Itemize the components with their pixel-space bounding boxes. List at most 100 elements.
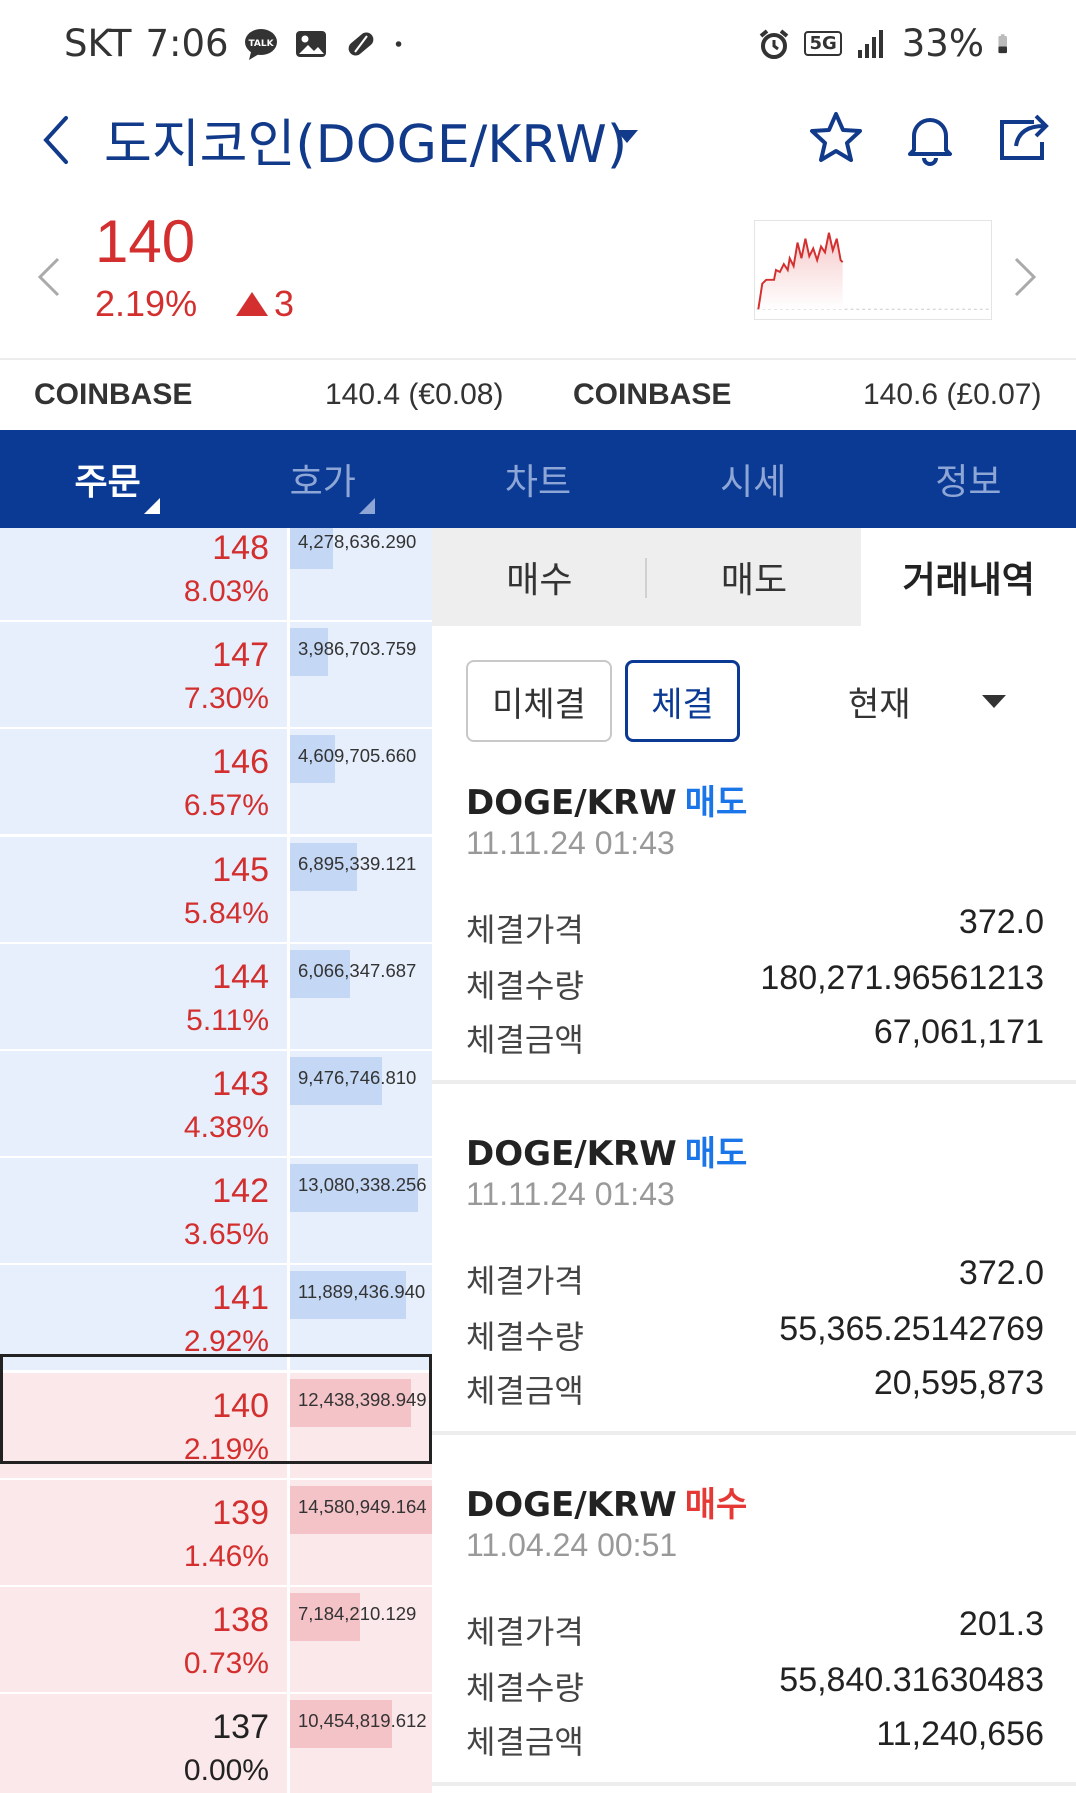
order-book-row[interactable]: 148 8.03% 4,278,636.290 [0,528,432,622]
tab-chart[interactable]: 차트 [430,430,645,528]
order-book-row[interactable]: 146 6.57% 4,609,705.660 [0,729,432,836]
period-select[interactable]: 현재 [786,660,1046,742]
sparkline-chart[interactable] [754,220,992,320]
star-icon[interactable] [806,108,866,168]
caret-down-icon [982,695,1006,708]
trade-field-value: 201.3 [958,1605,1044,1643]
tab-orderbook-label: 호가 [289,462,356,503]
order-book-price-cell[interactable]: 145 5.84% [0,836,287,942]
svg-text:TALK: TALK [248,39,274,49]
order-book-price-cell[interactable]: 142 3.65% [0,1158,287,1264]
tab-quotes[interactable]: 시세 [646,430,861,528]
order-book-volume: 12,438,398.949 [298,1388,427,1410]
order-book-row[interactable]: 143 4.38% 9,476,746.810 [0,1051,432,1158]
exchange-name-2: COINBASE [573,378,732,411]
divider [432,1782,1076,1786]
order-book-price: 147 [212,636,269,675]
subtab-buy[interactable]: 매수 [432,528,647,626]
order-book-volume: 10,454,819.612 [298,1710,427,1732]
order-book-volume: 9,476,746.810 [298,1067,417,1088]
divider [432,1431,1076,1435]
order-book-row[interactable]: 137 0.00% 10,454,819.612 [0,1694,432,1793]
trade-date: 11.04.24 00:51 [466,1527,678,1563]
tab-order[interactable]: 주문 [0,430,215,528]
back-arrow-icon[interactable] [36,110,76,170]
trade-field-label: 체결금액 [466,1723,584,1761]
trade-field-label: 체결수량 [466,967,584,1005]
order-book-volume: 13,080,338.256 [298,1174,427,1196]
subtab-sell[interactable]: 매도 [646,528,862,626]
trade-item[interactable]: DOGE/KRW 매도 11.11.24 01:43 체결가격 372.0 체결수량 55,… [432,1126,1076,1476]
chat-icon: TALK [244,28,277,60]
order-book-price-cell[interactable]: 148 8.03% [0,528,287,620]
trade-field-value: 55,840.31630483 [779,1661,1044,1699]
subtab-history[interactable]: 거래내역 [861,528,1076,626]
status-bar: SKT 7:06 TALK 5G 33% [0,0,1076,90]
order-book-volume: 4,278,636.290 [298,531,417,552]
trade-date: 11.11.24 01:43 [466,1176,675,1212]
subtab-history-label: 거래내역 [902,560,1035,601]
caret-down-icon[interactable] [616,130,638,143]
order-book-volume: 6,895,339.121 [298,852,417,874]
filled-button[interactable]: 체결 [625,660,740,742]
order-book-volume-cell: 7,184,210.129 [290,1587,432,1692]
order-book-rate: 3.65% [183,1218,269,1252]
order-book-price: 146 [212,743,269,782]
unfilled-button[interactable]: 미체결 [466,660,612,742]
tab-order-label: 주문 [74,462,141,503]
order-book-rate: 6.57% [183,789,269,823]
trade-field-label: 체결금액 [466,1021,584,1059]
order-book-rate: 4.38% [183,1111,269,1144]
order-book-row[interactable]: 141 2.92% 11,889,436.940 [0,1265,432,1372]
bell-icon[interactable] [900,108,960,168]
main-tabs: 주문 호가 차트 시세 정보 [0,430,1076,528]
order-book-price-cell[interactable]: 138 0.73% [0,1587,287,1692]
order-book-price-cell[interactable]: 141 2.92% [0,1265,287,1371]
order-book-volume-cell: 13,080,338.256 [290,1158,432,1264]
order-book-row[interactable]: 139 1.46% 14,580,949.164 [0,1479,432,1587]
order-book-price-cell[interactable]: 144 5.11% [0,943,287,1049]
order-book-price: 143 [212,1065,269,1103]
gallery-icon [295,30,326,57]
page-title[interactable]: 도지코인(DOGE/KRW) [104,102,627,177]
order-book-row[interactable]: 140 2.19% 12,438,398.949 [0,1372,432,1480]
order-book-price-cell[interactable]: 146 6.57% [0,729,287,835]
order-book-price-cell[interactable]: 139 1.46% [0,1479,287,1585]
order-book-price-cell[interactable]: 143 4.38% [0,1051,287,1156]
carrier-label: SKT [64,22,132,65]
pill-icon [348,32,373,55]
order-book-volume-cell: 9,476,746.810 [290,1051,432,1156]
order-book-row[interactable]: 145 5.84% 6,895,339.121 [0,836,432,944]
corner-mark-icon [144,498,160,514]
tab-info[interactable]: 정보 [861,430,1076,528]
tab-orderbook[interactable]: 호가 [215,430,430,528]
order-book-volume-cell: 6,066,347.687 [290,943,432,1049]
order-book-row[interactable]: 147 7.30% 3,986,703.759 [0,622,432,729]
trade-field-label: 체결금액 [466,1372,584,1410]
chevron-right-icon[interactable] [1012,255,1038,299]
order-book-row[interactable]: 144 5.11% 6,066,347.687 [0,943,432,1051]
chevron-left-icon[interactable] [36,255,62,299]
tab-quotes-label: 시세 [720,462,787,503]
tab-chart-label: 차트 [504,462,572,503]
trade-item[interactable]: DOGE/KRW 매도 11.11.24 01:43 체결가격 372.0 체결수량 180… [432,775,1076,1125]
order-book-row[interactable]: 142 3.65% 13,080,338.256 [0,1158,432,1265]
order-book-price-cell[interactable]: 140 2.19% [0,1372,287,1478]
share-icon[interactable] [994,108,1054,168]
order-book-price-cell[interactable]: 147 7.30% [0,622,287,728]
order-book-rate: 5.84% [183,896,269,930]
trade-item[interactable]: DOGE/KRW 매수 11.04.24 00:51 체결가격 201.3 체결수량 55,… [432,1477,1076,1793]
order-book-row[interactable]: 138 0.73% 7,184,210.129 [0,1587,432,1694]
current-price: 140 [95,208,196,275]
trade-pair: DOGE/KRW 매수 [466,1477,747,1526]
exchange-value-2: 140.6 (£0.07) [863,378,1042,411]
trade-field-value: 20,595,873 [873,1364,1044,1402]
trade-field-value: 55,365.25142769 [779,1310,1044,1348]
period-select-value: 현재 [848,684,911,725]
trade-field-value: 372.0 [958,1254,1044,1292]
order-book-price-cell[interactable]: 137 0.00% [0,1694,287,1793]
order-book: 148 8.03% 4,278,636.290 147 7.30% 3,986,703.7… [0,528,432,1793]
status-right: 5G 33% [756,22,1018,65]
order-book-volume: 11,889,436.940 [298,1281,426,1303]
trade-pair: DOGE/KRW 매도 [466,775,747,824]
